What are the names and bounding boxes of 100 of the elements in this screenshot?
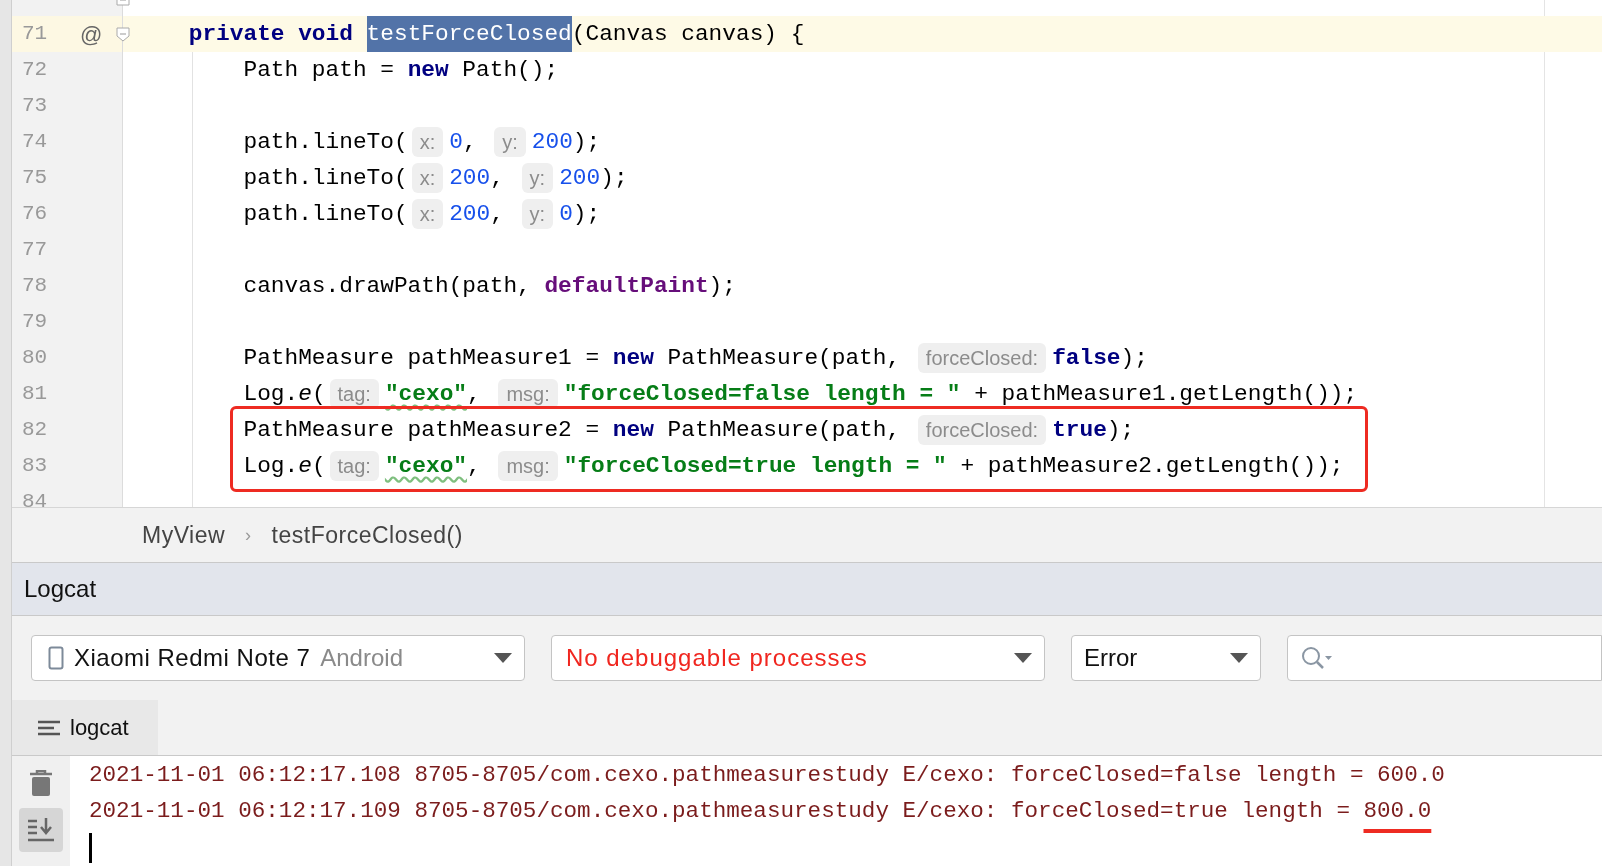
code-text: (Canvas canvas) { bbox=[571, 20, 805, 49]
code-text: PathMeasure pathMeasure1 = bbox=[243, 344, 600, 373]
parameter-hint: y: bbox=[521, 163, 554, 193]
code-text: ( bbox=[311, 452, 326, 481]
text-cursor bbox=[89, 833, 92, 863]
code-keyword: private void bbox=[188, 20, 353, 49]
breadcrumb-method[interactable]: testForceClosed() bbox=[271, 517, 463, 553]
phone-icon bbox=[48, 646, 64, 670]
log-level-dropdown[interactable]: Error bbox=[1071, 635, 1261, 681]
code-text: Log. bbox=[243, 380, 299, 409]
line-number: 84 bbox=[22, 489, 49, 507]
scroll-to-end-button[interactable] bbox=[19, 808, 63, 852]
search-field[interactable] bbox=[1287, 635, 1602, 681]
code-keyword: true bbox=[1052, 416, 1107, 445]
process-dropdown[interactable]: No debuggable processes bbox=[551, 635, 1045, 681]
code-text: path.lineTo( bbox=[243, 200, 408, 229]
code-text: PathMeasure(path, bbox=[667, 344, 901, 373]
parameter-hint: x: bbox=[411, 199, 444, 229]
device-dropdown[interactable]: Xiaomi Redmi Note 7 Android bbox=[31, 635, 525, 681]
code-text: Log. bbox=[243, 452, 299, 481]
log-line: 2021-11-01 06:12:17.108 8705-8705/com.cexo.pathmeasurestudy E/cexo: forceClosed=false length = 600.0 bbox=[89, 761, 1446, 791]
line-number: 78 bbox=[22, 273, 49, 300]
breadcrumb-class[interactable]: MyView bbox=[142, 517, 226, 553]
code-text: canvas.drawPath(path, bbox=[243, 272, 531, 301]
code-field: defaultPaint bbox=[544, 268, 709, 304]
code-text: ); bbox=[708, 272, 736, 301]
fold-icon[interactable] bbox=[116, 26, 130, 42]
panel-title: Logcat bbox=[24, 574, 97, 604]
device-name: Xiaomi Redmi Note 7 bbox=[74, 643, 311, 673]
line-number: 76 bbox=[22, 201, 49, 228]
process-status: No debuggable processes bbox=[566, 643, 868, 673]
code-keyword: new bbox=[612, 416, 654, 445]
code-method: e bbox=[298, 380, 312, 409]
underlined-value: 800.0 bbox=[1363, 797, 1432, 827]
code-keyword: new bbox=[612, 344, 654, 373]
dropdown-arrow-icon bbox=[1014, 653, 1032, 663]
code-text: , bbox=[467, 380, 481, 409]
parameter-hint: x: bbox=[411, 163, 444, 193]
code-number: 0 bbox=[559, 200, 573, 229]
code-method: e bbox=[298, 452, 312, 481]
code-string: "forceClosed=true length = " bbox=[563, 452, 947, 481]
code-text: ); bbox=[572, 200, 601, 229]
code-text: path.lineTo( bbox=[243, 128, 408, 157]
code-text: PathMeasure pathMeasure2 = bbox=[243, 416, 600, 445]
code-text: , bbox=[490, 200, 504, 229]
code-text: ); bbox=[572, 128, 601, 157]
line-number: 80 bbox=[22, 345, 49, 372]
line-number: 83 bbox=[22, 453, 49, 480]
code-keyword: false bbox=[1052, 344, 1121, 373]
parameter-hint: msg: bbox=[498, 451, 558, 481]
code-text: , bbox=[462, 128, 477, 157]
code-number: 0 bbox=[449, 128, 463, 157]
breadcrumb-separator: › bbox=[245, 523, 252, 547]
code-text: PathMeasure(path, bbox=[667, 416, 901, 445]
line-number: 72 bbox=[22, 57, 49, 84]
parameter-hint: tag: bbox=[329, 451, 379, 481]
code-number: 200 bbox=[531, 128, 573, 157]
logcat-tab[interactable]: logcat bbox=[12, 700, 158, 755]
dropdown-arrow-icon bbox=[1230, 653, 1248, 663]
code-string: "cexo" bbox=[384, 380, 467, 409]
code-number: 200 bbox=[449, 200, 491, 229]
code-text: + pathMeasure2.getLength()); bbox=[960, 452, 1344, 481]
parameter-hint: x: bbox=[411, 127, 444, 157]
code-text: Path(); bbox=[462, 56, 559, 85]
line-number: 74 bbox=[22, 129, 49, 156]
parameter-hint: msg: bbox=[498, 379, 558, 409]
code-keyword: new bbox=[407, 56, 449, 85]
code-text: ); bbox=[600, 164, 628, 193]
code-text: ); bbox=[1106, 416, 1135, 445]
code-text: ( bbox=[311, 380, 326, 409]
parameter-hint: forceClosed: bbox=[917, 343, 1047, 373]
code-text: path.lineTo( bbox=[243, 164, 408, 193]
log-line: 2021-11-01 06:12:17.109 8705-8705/com.cexo.pathmeasurestudy E/cexo: forceClosed=true length = bbox=[89, 797, 1351, 827]
search-icon bbox=[1300, 645, 1334, 671]
parameter-hint: y: bbox=[521, 199, 554, 229]
line-number: 75 bbox=[22, 165, 49, 192]
parameter-hint: forceClosed: bbox=[917, 415, 1047, 445]
line-number: 73 bbox=[22, 93, 49, 120]
code-string: "cexo" bbox=[384, 452, 467, 481]
override-marker[interactable]: @ bbox=[80, 17, 103, 51]
code-number: 200 bbox=[449, 164, 491, 193]
code-text: + pathMeasure1.getLength()); bbox=[974, 380, 1358, 409]
log-level: Error bbox=[1084, 643, 1138, 673]
code-number: 200 bbox=[559, 164, 601, 193]
selected-identifier: testForceClosed bbox=[366, 16, 572, 52]
scroll-to-end-icon bbox=[28, 818, 54, 842]
trash-icon[interactable] bbox=[30, 770, 52, 796]
parameter-hint: y: bbox=[494, 127, 526, 157]
code-text: , bbox=[490, 164, 504, 193]
code-text: , bbox=[467, 452, 481, 481]
line-number: 71 bbox=[22, 21, 49, 48]
lines-icon bbox=[38, 719, 60, 736]
line-number: 82 bbox=[22, 417, 49, 444]
device-version: Android bbox=[320, 643, 403, 673]
line-number: 79 bbox=[22, 309, 49, 336]
dropdown-arrow-icon bbox=[494, 653, 512, 663]
parameter-hint: tag: bbox=[329, 379, 379, 409]
line-number: 81 bbox=[22, 381, 49, 408]
line-number: 77 bbox=[22, 237, 49, 264]
code-string: "forceClosed=false length = " bbox=[563, 380, 961, 409]
